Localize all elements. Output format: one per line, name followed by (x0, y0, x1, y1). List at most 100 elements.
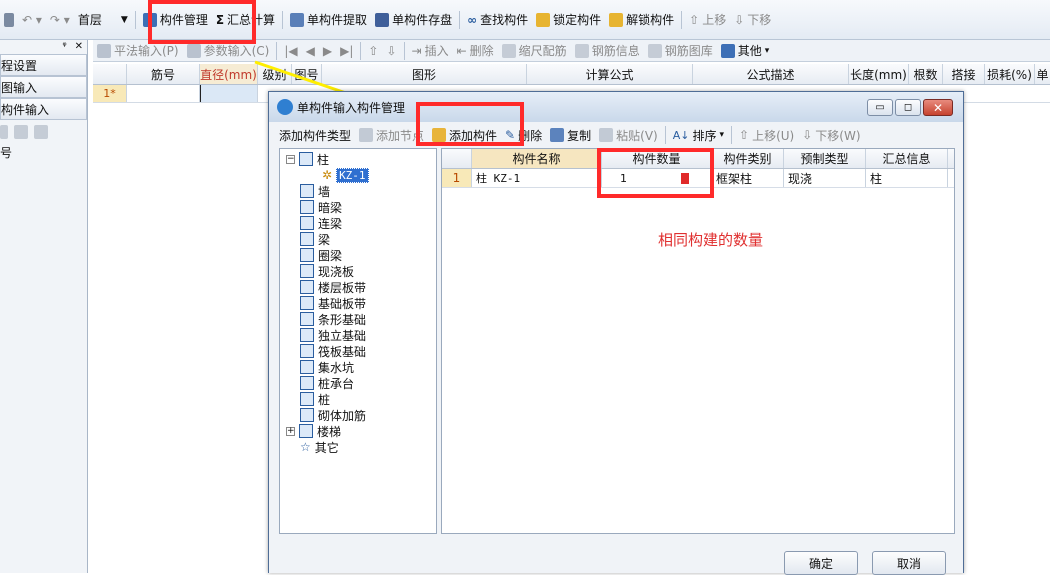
minimize-button[interactable]: ▭ (867, 99, 893, 116)
masonry-icon (300, 408, 314, 422)
tree-node-cast-slab[interactable]: 现浇板 (300, 263, 354, 279)
pile-cap-icon (300, 376, 314, 390)
tree-node-column[interactable]: − 柱 (286, 151, 329, 167)
col-header-component-category[interactable]: 构件类别 (712, 149, 784, 168)
tree-node-masonry-rebar[interactable]: 砌体加筋 (300, 407, 366, 423)
tree-label: 条形基础 (318, 312, 367, 327)
foundation-strip-icon (300, 296, 314, 310)
close-icon: ✕ (932, 100, 944, 115)
tree-label: 墙 (318, 184, 331, 199)
stairs-icon (299, 424, 313, 438)
sort-label: 排序 (692, 128, 717, 143)
tree-node-wall[interactable]: 墙 (300, 183, 330, 199)
tree-label: 其它 (314, 440, 339, 455)
coupling-beam-icon (300, 216, 314, 230)
cell-summary[interactable]: 柱 (866, 169, 948, 187)
component-table: 构件名称 构件数量 构件类别 预制类型 汇总信息 1 柱 KZ-1 1 框架柱 … (441, 148, 955, 534)
paste-button[interactable]: 粘贴(V) (595, 124, 662, 146)
tree-node-stairs[interactable]: + 楼梯 (286, 423, 341, 439)
tree-node-ring-beam[interactable]: 圈梁 (300, 247, 342, 263)
tree-label: 桩承台 (318, 376, 355, 391)
expand-icon[interactable]: + (286, 426, 295, 436)
ok-button[interactable]: 确定 (784, 551, 858, 575)
hidden-beam-icon (300, 200, 314, 214)
floor-strip-icon (300, 280, 314, 294)
arrow-down-icon: ⇩ (802, 128, 813, 142)
tree-node-pile-cap[interactable]: 桩承台 (300, 375, 354, 391)
paste-icon (599, 128, 614, 142)
tree-node-sump[interactable]: 集水坑 (300, 359, 354, 375)
tree-node-pile[interactable]: 桩 (300, 391, 330, 407)
arrow-up-icon: ⇧ (739, 128, 750, 142)
ok-label: 确定 (808, 556, 833, 571)
tree-label: 独立基础 (318, 328, 367, 343)
maximize-icon: ◻ (903, 102, 913, 113)
add-node-icon (359, 128, 374, 142)
tree-node-isolated-footing[interactable]: 独立基础 (300, 327, 366, 343)
sump-icon (300, 360, 314, 374)
collapse-icon[interactable]: − (286, 154, 295, 164)
cell-component-name[interactable]: 柱 KZ-1 (472, 169, 602, 187)
highlight-box-add-component (416, 102, 524, 146)
col-header-component-name[interactable]: 构件名称 (472, 149, 602, 168)
dialog-move-up-label: 上移(U) (752, 128, 795, 143)
row-index: 1 (442, 169, 472, 187)
pile-icon (300, 392, 314, 406)
tree-label-selected: KZ-1 (336, 167, 369, 183)
wall-icon (300, 184, 314, 198)
tree-node-floor-strip[interactable]: 楼层板带 (300, 279, 366, 295)
copy-label: 复制 (567, 128, 592, 143)
isolated-footing-icon (300, 328, 314, 342)
dialog-move-down-button[interactable]: ⇩ 下移(W) (798, 124, 864, 146)
tree-label: 桩 (318, 392, 331, 407)
star-icon: ☆ (300, 440, 311, 454)
tree-label: 基础板带 (318, 296, 367, 311)
highlight-box-component-qty (597, 148, 714, 198)
sort-button[interactable]: A↓ 排序 ▾ (669, 124, 728, 146)
dialog-move-down-label: 下移(W) (815, 128, 861, 143)
add-component-type-label: 添加构件类型 (279, 128, 352, 143)
cancel-button[interactable]: 取消 (872, 551, 946, 575)
highlight-box-component-manage (148, 0, 256, 44)
tree-node-beam[interactable]: 梁 (300, 231, 330, 247)
tree-label: 砌体加筋 (318, 408, 367, 423)
tree-node-hidden-beam[interactable]: 暗梁 (300, 199, 342, 215)
tree-node-strip-footing[interactable]: 条形基础 (300, 311, 366, 327)
cell-component-category[interactable]: 框架柱 (712, 169, 784, 187)
copy-icon (550, 128, 565, 142)
paste-label: 粘贴(V) (616, 128, 658, 143)
dialog-move-up-button[interactable]: ⇧ 上移(U) (735, 124, 798, 146)
tree-label: 梁 (318, 232, 331, 247)
tree-label: 集水坑 (318, 360, 355, 375)
gear-icon: ✲ (322, 168, 333, 182)
dialog-title: 单构件输入构件管理 (297, 100, 406, 115)
tree-node-coupling-beam[interactable]: 连梁 (300, 215, 342, 231)
col-header-summary[interactable]: 汇总信息 (866, 149, 948, 168)
column-icon (299, 152, 313, 166)
tree-node-other[interactable]: ☆ 其它 (300, 439, 339, 455)
app-logo-icon (277, 99, 293, 115)
ring-beam-icon (300, 248, 314, 262)
tree-node-kz1[interactable]: ✲ KZ-1 (322, 167, 369, 183)
tree-node-foundation-strip[interactable]: 基础板带 (300, 295, 366, 311)
dialog-titlebar[interactable]: 单构件输入构件管理 ▭ ◻ ✕ (269, 92, 963, 122)
slab-icon (300, 264, 314, 278)
tree-label: 楼层板带 (318, 280, 367, 295)
cell-prefab-type[interactable]: 现浇 (784, 169, 866, 187)
raft-icon (300, 344, 314, 358)
close-button[interactable]: ✕ (923, 99, 953, 116)
tree-node-raft[interactable]: 筏板基础 (300, 343, 366, 359)
sort-icon: A↓ (672, 128, 690, 142)
dialog-toolbar: 添加构件类型 添加节点 添加构件 ✎ 删除 复制 粘贴(V) A↓ 排序 ▾ ⇧… (269, 123, 963, 147)
beam-icon (300, 232, 314, 246)
maximize-button[interactable]: ◻ (895, 99, 921, 116)
qty-annotation: 相同构建的数量 (658, 231, 764, 249)
add-component-type-button[interactable]: 添加构件类型 (275, 124, 355, 146)
copy-button[interactable]: 复制 (546, 124, 595, 146)
tree-label: 圈梁 (318, 248, 343, 263)
tree-label: 筏板基础 (318, 344, 367, 359)
col-header-prefab-type[interactable]: 预制类型 (784, 149, 866, 168)
cancel-label: 取消 (896, 556, 921, 571)
minimize-icon: ▭ (875, 102, 885, 113)
chevron-down-icon: ▾ (719, 130, 725, 140)
